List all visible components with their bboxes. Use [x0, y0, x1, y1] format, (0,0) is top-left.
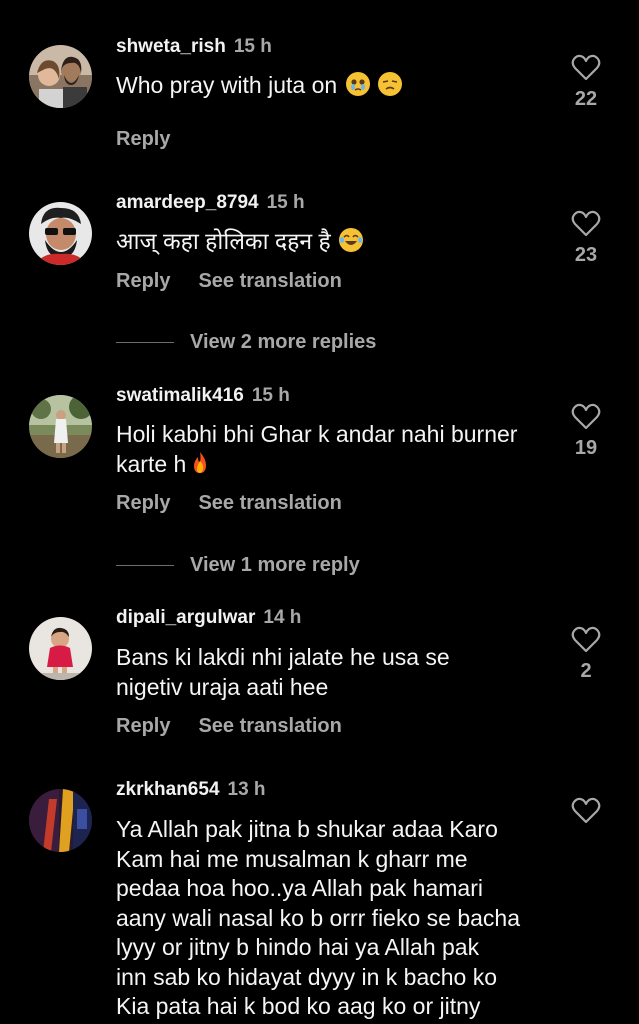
comment-time: 14 h: [263, 607, 302, 628]
see-translation-button[interactable]: See translation: [198, 270, 341, 292]
avatar[interactable]: [29, 789, 92, 852]
like-count: 19: [574, 437, 598, 459]
reply-button[interactable]: Reply: [116, 128, 170, 150]
comment-text: Bans ki lakdi nhi jalate he usa se niget…: [116, 644, 450, 700]
fire-emoji: [188, 451, 212, 475]
view-more-replies-button[interactable]: View 2 more replies: [116, 330, 376, 354]
see-translation-button[interactable]: See translation: [198, 492, 341, 514]
divider: [116, 341, 174, 343]
comment-text: Ya Allah pak jitna b shukar adaa Karo Ka…: [116, 816, 520, 1019]
like-count: 22: [574, 88, 598, 110]
like-count: 2: [580, 660, 592, 682]
reply-button[interactable]: Reply: [116, 270, 170, 292]
heart-icon[interactable]: [571, 797, 601, 825]
username[interactable]: shweta_rish: [116, 36, 226, 57]
reply-button[interactable]: Reply: [116, 715, 170, 737]
comment-time: 15 h: [233, 36, 272, 57]
username[interactable]: zkrkhan654: [116, 779, 220, 800]
view-more-label: View 1 more reply: [190, 553, 360, 576]
reply-button[interactable]: Reply: [116, 492, 170, 514]
view-more-label: View 2 more replies: [190, 330, 377, 353]
avatar[interactable]: [29, 45, 92, 108]
avatar[interactable]: [29, 395, 92, 458]
laughing-tears-emoji: [339, 228, 364, 252]
crying-face-emoji: [345, 72, 370, 96]
heart-icon[interactable]: [571, 54, 601, 82]
heart-icon[interactable]: [571, 403, 601, 431]
comment-time: 15 h: [251, 385, 290, 406]
unamused-face-emoji: [377, 72, 402, 96]
username[interactable]: dipali_argulwar: [116, 607, 255, 628]
comment-text: आज् कहा होलिका दहन है: [116, 227, 556, 257]
heart-icon[interactable]: [571, 210, 601, 238]
avatar[interactable]: [29, 617, 92, 680]
username[interactable]: amardeep_8794: [116, 192, 259, 213]
username[interactable]: swatimalik416: [116, 385, 244, 406]
comment-text: Who pray with juta on: [116, 71, 556, 101]
comment-text: Holi kabhi bhi Ghar k andar nahi burner …: [116, 421, 518, 477]
like-count: 23: [574, 244, 598, 266]
comment-time: 15 h: [266, 192, 305, 213]
heart-icon[interactable]: [571, 626, 601, 654]
comment-time: 13 h: [227, 779, 266, 800]
view-more-replies-button[interactable]: View 1 more reply: [116, 553, 360, 577]
avatar[interactable]: [29, 202, 92, 265]
see-translation-button[interactable]: See translation: [198, 715, 341, 737]
divider: [116, 564, 174, 566]
